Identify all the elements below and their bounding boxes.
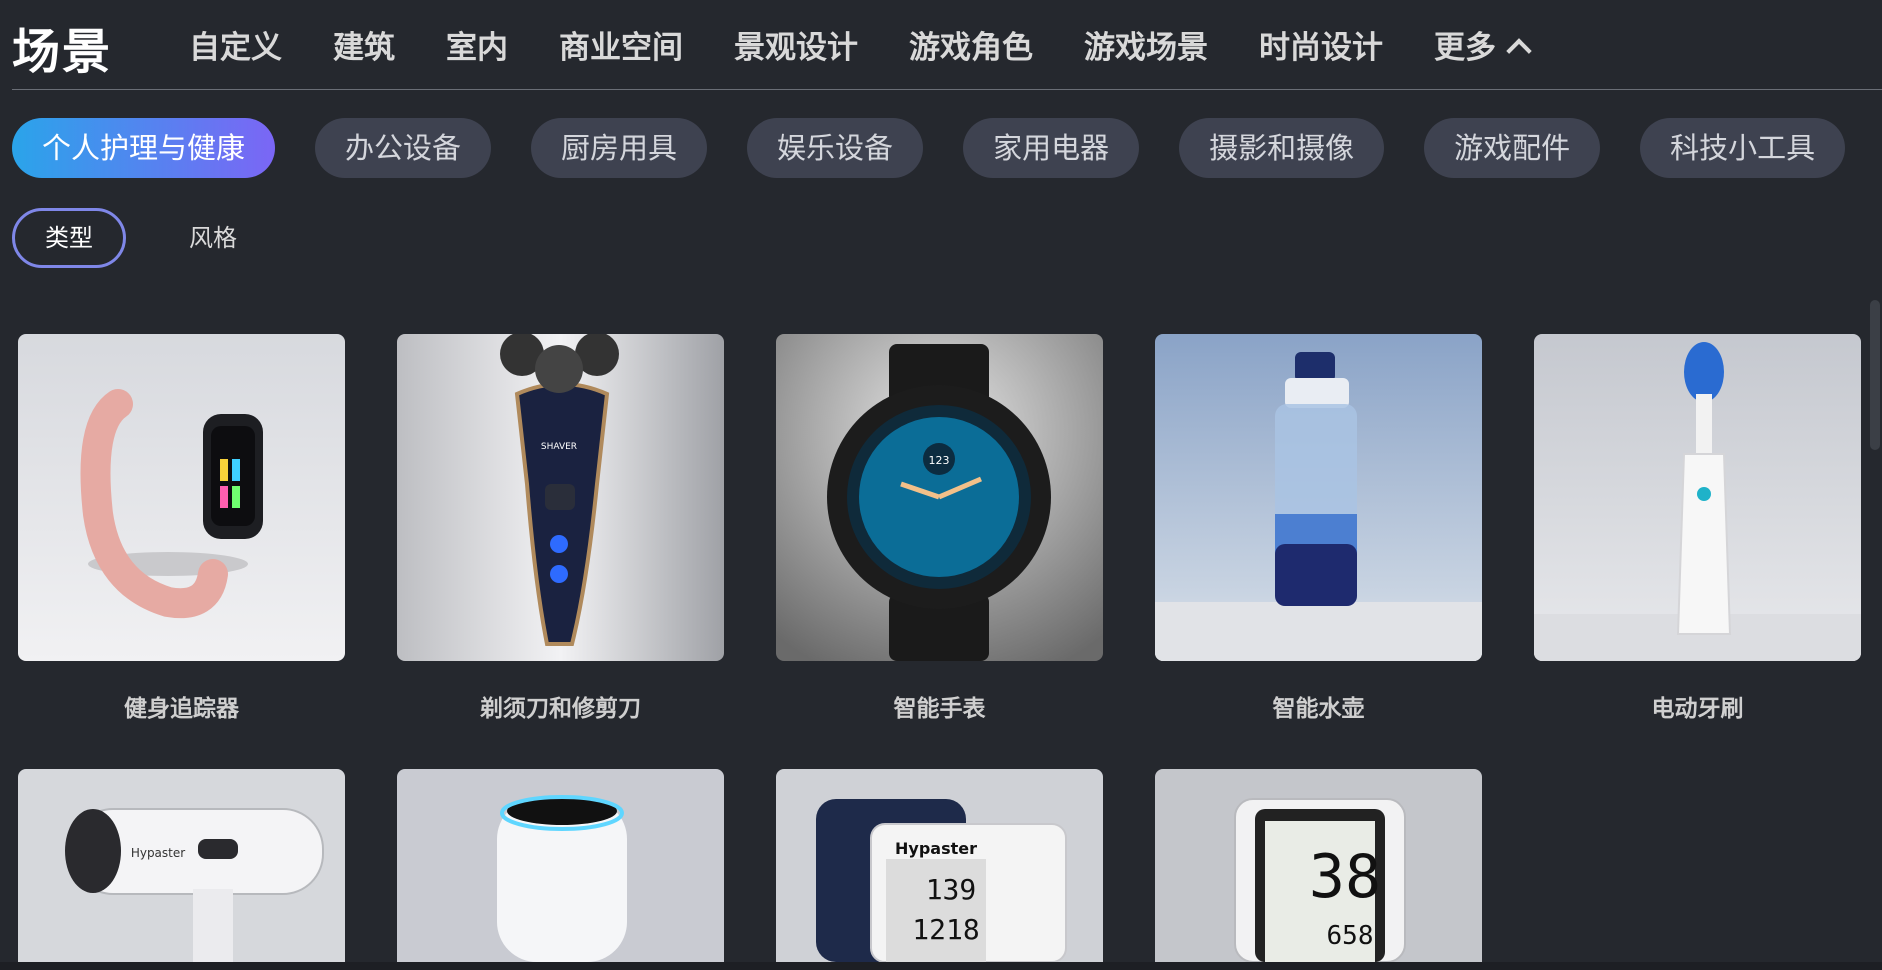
smartwatch-image: 123 — [776, 334, 1103, 661]
meter-reading-2: 658 — [1327, 921, 1374, 951]
chevron-up-icon — [1506, 37, 1532, 64]
bottom-edge — [0, 962, 1882, 970]
digital-meter-image: 38 658 — [1155, 769, 1482, 962]
tab-type[interactable]: 类型 — [12, 208, 126, 268]
nav-item-more-label: 更多 — [1434, 30, 1496, 66]
item-label: 智能手表 — [893, 696, 986, 722]
item-label: 智能水壶 — [1272, 696, 1365, 722]
nav-item-game-character[interactable]: 游戏角色 — [909, 22, 1033, 67]
scrollbar[interactable] — [1870, 300, 1880, 450]
nav-item-game-scene[interactable]: 游戏场景 — [1084, 22, 1208, 67]
nav-item-commercial[interactable]: 商业空间 — [559, 22, 683, 67]
nav-item-interior[interactable]: 室内 — [446, 22, 508, 67]
category-appliances[interactable]: 家用电器 — [963, 118, 1140, 178]
tab-style[interactable]: 风格 — [158, 211, 268, 265]
item-card-air-purifier[interactable] — [397, 769, 724, 962]
category-pills: 个人护理与健康 办公设备 厨房用具 娱乐设备 家用电器 摄影和摄像 游戏配件 科… — [12, 118, 1882, 178]
fitness-tracker-image — [18, 334, 345, 661]
meter-reading-1: 38 — [1309, 842, 1381, 912]
hair-dryer-image: Hypaster — [18, 769, 345, 962]
item-card-toothbrush[interactable]: 电动牙刷 — [1534, 334, 1861, 723]
shaver-brand-text: SHAVER — [541, 442, 577, 452]
page-title: 场景 — [12, 24, 113, 80]
category-personal-care[interactable]: 个人护理与健康 — [12, 118, 276, 178]
category-kitchen[interactable]: 厨房用具 — [531, 118, 708, 178]
item-label: 电动牙刷 — [1651, 696, 1744, 722]
item-card-fitness-tracker[interactable]: 健身追踪器 — [18, 334, 345, 723]
filter-tabs: 类型 风格 — [12, 208, 300, 268]
watch-readout: 123 — [929, 454, 950, 467]
item-card-water-bottle[interactable]: 智能水壶 — [1155, 334, 1482, 723]
item-card-smartwatch[interactable]: 123 智能手表 — [776, 334, 1103, 723]
top-nav: 场景 自定义 建筑 室内 商业空间 景观设计 游戏角色 游戏场景 时尚设计 更多 — [12, 0, 1882, 90]
item-card-shaver[interactable]: SHAVER 剃须刀和修剪刀 — [397, 334, 724, 723]
nav-item-architecture[interactable]: 建筑 — [333, 22, 395, 67]
nav-item-landscape[interactable]: 景观设计 — [734, 22, 858, 67]
water-bottle-image — [1155, 334, 1482, 661]
item-card-hair-dryer[interactable]: Hypaster — [18, 769, 345, 962]
item-card-blood-pressure-monitor[interactable]: Hypaster 139 1218 — [776, 769, 1103, 962]
item-card-digital-meter[interactable]: 38 658 — [1155, 769, 1482, 962]
nav-menu: 自定义 建筑 室内 商业空间 景观设计 游戏角色 游戏场景 时尚设计 更多 — [189, 22, 1579, 67]
category-gadgets[interactable]: 科技小工具 — [1640, 118, 1846, 178]
nav-item-custom[interactable]: 自定义 — [189, 22, 282, 67]
category-gaming[interactable]: 游戏配件 — [1424, 118, 1601, 178]
monitor-reading-1: 139 — [926, 873, 977, 906]
air-purifier-image — [397, 769, 724, 962]
nav-item-fashion[interactable]: 时尚设计 — [1259, 22, 1383, 67]
nav-item-more[interactable]: 更多 — [1434, 22, 1532, 67]
item-label: 健身追踪器 — [124, 696, 239, 722]
dryer-brand-text: Hypaster — [131, 846, 185, 860]
category-office[interactable]: 办公设备 — [315, 118, 492, 178]
category-photography[interactable]: 摄影和摄像 — [1179, 118, 1385, 178]
item-label: 剃须刀和修剪刀 — [480, 696, 641, 722]
blood-pressure-monitor-image: Hypaster 139 1218 — [776, 769, 1103, 962]
monitor-reading-2: 1218 — [912, 913, 979, 946]
toothbrush-image — [1534, 334, 1861, 661]
monitor-brand-text: Hypaster — [895, 839, 977, 858]
shaver-image: SHAVER — [397, 334, 724, 661]
category-entertainment[interactable]: 娱乐设备 — [747, 118, 924, 178]
